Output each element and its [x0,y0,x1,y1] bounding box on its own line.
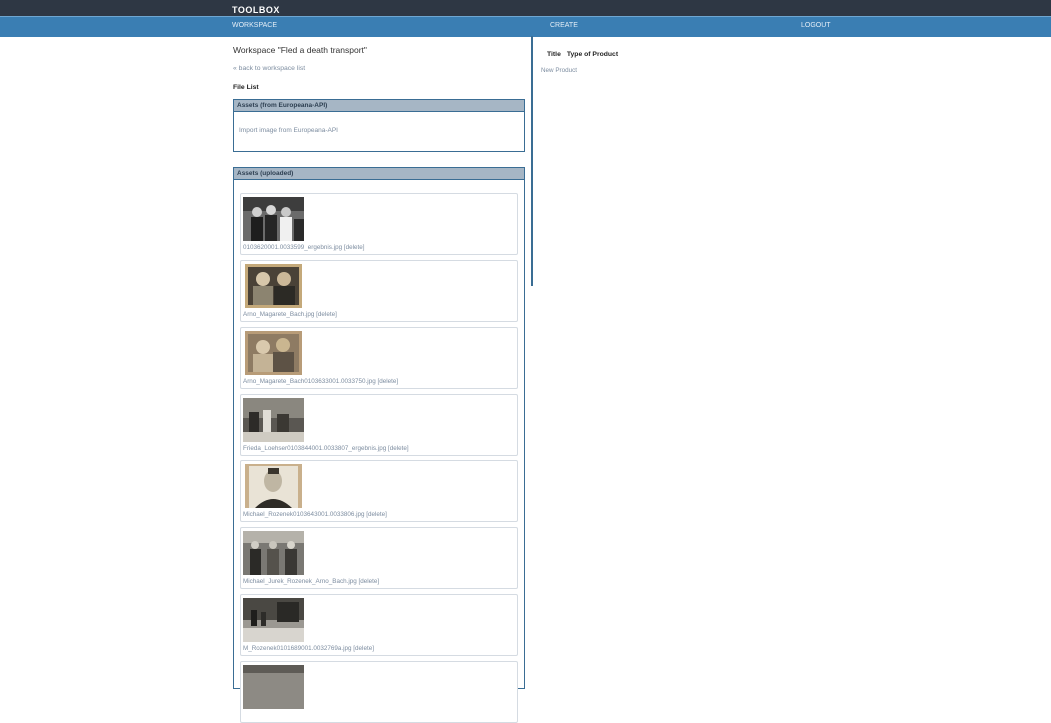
brand-title: TOOLBOX [232,5,280,15]
top-bar: TOOLBOX [0,0,1051,16]
asset-filename: Frieda_Loehser0103844001.0033807_ergebni… [243,445,387,452]
file-list-heading: File List [233,84,259,91]
asset-filename: Michael_Rozenek0103643001.0033806.jpg [243,511,365,518]
page-title: Workspace "Fled a death transport" [233,45,367,55]
products-table-header: Title Type of Product [547,51,624,58]
back-link[interactable]: « back to workspace list [233,65,305,72]
asset-filename: 0103620001.0033599_ergebnis.jpg [243,244,343,251]
asset-card: Frieda_Loehser0103844001.0033807_ergebni… [240,394,518,456]
delete-asset-link[interactable]: [delete] [353,645,374,652]
nav-workspace[interactable]: WORKSPACE [232,22,277,29]
import-europeana-link[interactable]: Import image from Europeana-API [239,127,338,134]
asset-card: M_Rozenek0101689001.0032769a.jpg [delete… [240,594,518,656]
delete-asset-link[interactable]: [delete] [377,378,398,385]
asset-thumbnail[interactable] [243,331,304,375]
asset-filename-row: Arno_Magarete_Bach.jpg [delete] [243,311,337,318]
asset-filename-row: Michael_Rozenek0103643001.0033806.jpg [d… [243,511,387,518]
asset-thumbnail[interactable] [243,665,304,709]
workspace-panel: Workspace "Fled a death transport" « bac… [232,36,531,723]
asset-card: Arno_Magarete_Bach.jpg [delete] [240,260,518,322]
column-title-header: Title [547,51,561,58]
asset-thumbnail[interactable] [243,197,304,241]
asset-filename: M_Rozenek0101689001.0032769a.jpg [243,645,352,652]
europeana-box-title: Assets (from Europeana-API) [234,100,524,112]
asset-filename-row: 0103620001.0033599_ergebnis.jpg [delete] [243,244,365,251]
europeana-assets-box: Assets (from Europeana-API) Import image… [233,99,525,152]
asset-filename-row: Michael_Jurek_Rozenek_Arno_Bach.jpg [del… [243,578,379,585]
asset-filename: Arno_Magarete_Bach0103633001.0033750.jpg [243,378,376,385]
delete-asset-link[interactable]: [delete] [366,511,387,518]
nav-create[interactable]: CREATE [550,22,578,29]
uploaded-assets-box: Assets (uploaded) 0103620001.0033599_erg… [233,167,525,723]
asset-card: 0103620001.0033599_ergebnis.jpg [delete] [240,193,518,255]
new-product-link[interactable]: New Product [541,67,577,74]
column-divider [531,36,533,286]
asset-thumbnail[interactable] [243,398,304,442]
asset-card [240,661,518,723]
asset-thumbnail[interactable] [243,464,304,508]
delete-asset-link[interactable]: [delete] [359,578,380,585]
asset-filename-row: M_Rozenek0101689001.0032769a.jpg [delete… [243,645,374,652]
asset-filename-row: Frieda_Loehser0103844001.0033807_ergebni… [243,445,409,452]
asset-thumbnail[interactable] [243,264,304,308]
delete-asset-link[interactable]: [delete] [388,445,409,452]
asset-card: Arno_Magarete_Bach0103633001.0033750.jpg… [240,327,518,389]
column-type-header: Type of Product [566,51,619,58]
main-nav: WORKSPACE CREATE LOGOUT [0,16,1051,37]
uploaded-box-title: Assets (uploaded) [234,168,524,180]
delete-asset-link[interactable]: [delete] [316,311,337,318]
delete-asset-link[interactable]: [delete] [344,244,365,251]
asset-thumbnail[interactable] [243,598,304,642]
nav-logout[interactable]: LOGOUT [801,22,831,29]
asset-filename: Michael_Jurek_Rozenek_Arno_Bach.jpg [243,578,357,585]
asset-thumbnail[interactable] [243,531,304,575]
asset-filename-row: Arno_Magarete_Bach0103633001.0033750.jpg… [243,378,398,385]
asset-card: Michael_Jurek_Rozenek_Arno_Bach.jpg [del… [240,527,518,589]
asset-card: Michael_Rozenek0103643001.0033806.jpg [d… [240,460,518,522]
asset-filename: Arno_Magarete_Bach.jpg [243,311,315,318]
